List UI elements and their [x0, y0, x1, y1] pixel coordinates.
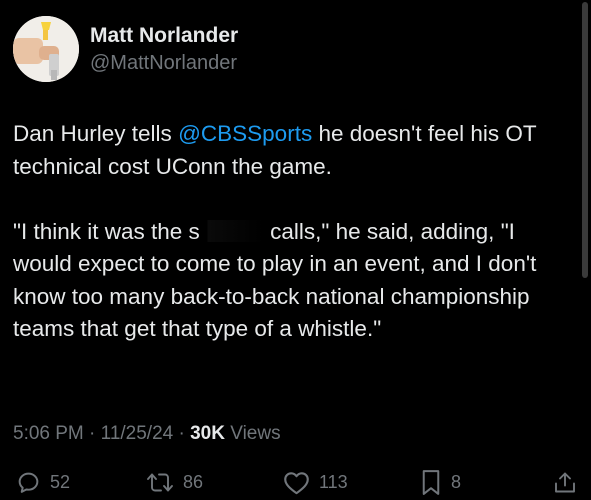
repost-button[interactable]: 86 — [146, 465, 203, 499]
like-count: 113 — [319, 471, 348, 492]
tweet: Matt Norlander @MattNorlander Dan Hurley… — [0, 0, 591, 500]
author-names: Matt Norlander @MattNorlander — [90, 23, 238, 76]
author-display-name[interactable]: Matt Norlander — [90, 23, 238, 49]
tweet-date[interactable]: 11/25/24 — [101, 423, 174, 444]
avatar-image — [13, 16, 79, 82]
reply-count: 52 — [50, 471, 71, 492]
views-label: Views — [230, 423, 281, 444]
tweet-text-part: Dan Hurley tells — [13, 121, 179, 146]
avatar[interactable] — [13, 16, 79, 82]
mention-link[interactable]: @CBSSports — [178, 121, 312, 146]
reply-button[interactable]: 52 — [16, 465, 70, 499]
like-button[interactable]: 113 — [283, 465, 348, 499]
action-bar: 52 86 113 8 — [0, 465, 591, 499]
views-count: 30K — [190, 423, 225, 444]
meta-separator: · — [178, 423, 185, 444]
share-icon — [555, 472, 575, 492]
meta-separator: · — [89, 423, 96, 444]
heart-icon — [284, 471, 309, 494]
repost-icon — [147, 473, 173, 491]
tweet-time[interactable]: 5:06 PM — [13, 423, 84, 444]
tweet-text-part: "I think it was the s — [13, 218, 200, 244]
tweet-meta: 5:06 PM · 11/25/24 · 30K Views — [13, 420, 281, 448]
tweet-header: Matt Norlander @MattNorlander — [13, 16, 238, 82]
repost-count: 86 — [183, 471, 204, 492]
scrollbar[interactable] — [582, 2, 588, 278]
tweet-text: Dan Hurley tells @CBSSports he doesn't f… — [13, 118, 578, 346]
bookmark-button[interactable]: 8 — [420, 465, 461, 499]
bookmark-count: 8 — [451, 471, 462, 492]
author-handle[interactable]: @MattNorlander — [90, 50, 238, 76]
redacted-text-overlay — [199, 219, 264, 242]
reply-icon — [18, 472, 39, 493]
bookmark-icon — [422, 469, 440, 495]
share-button[interactable] — [553, 465, 577, 499]
